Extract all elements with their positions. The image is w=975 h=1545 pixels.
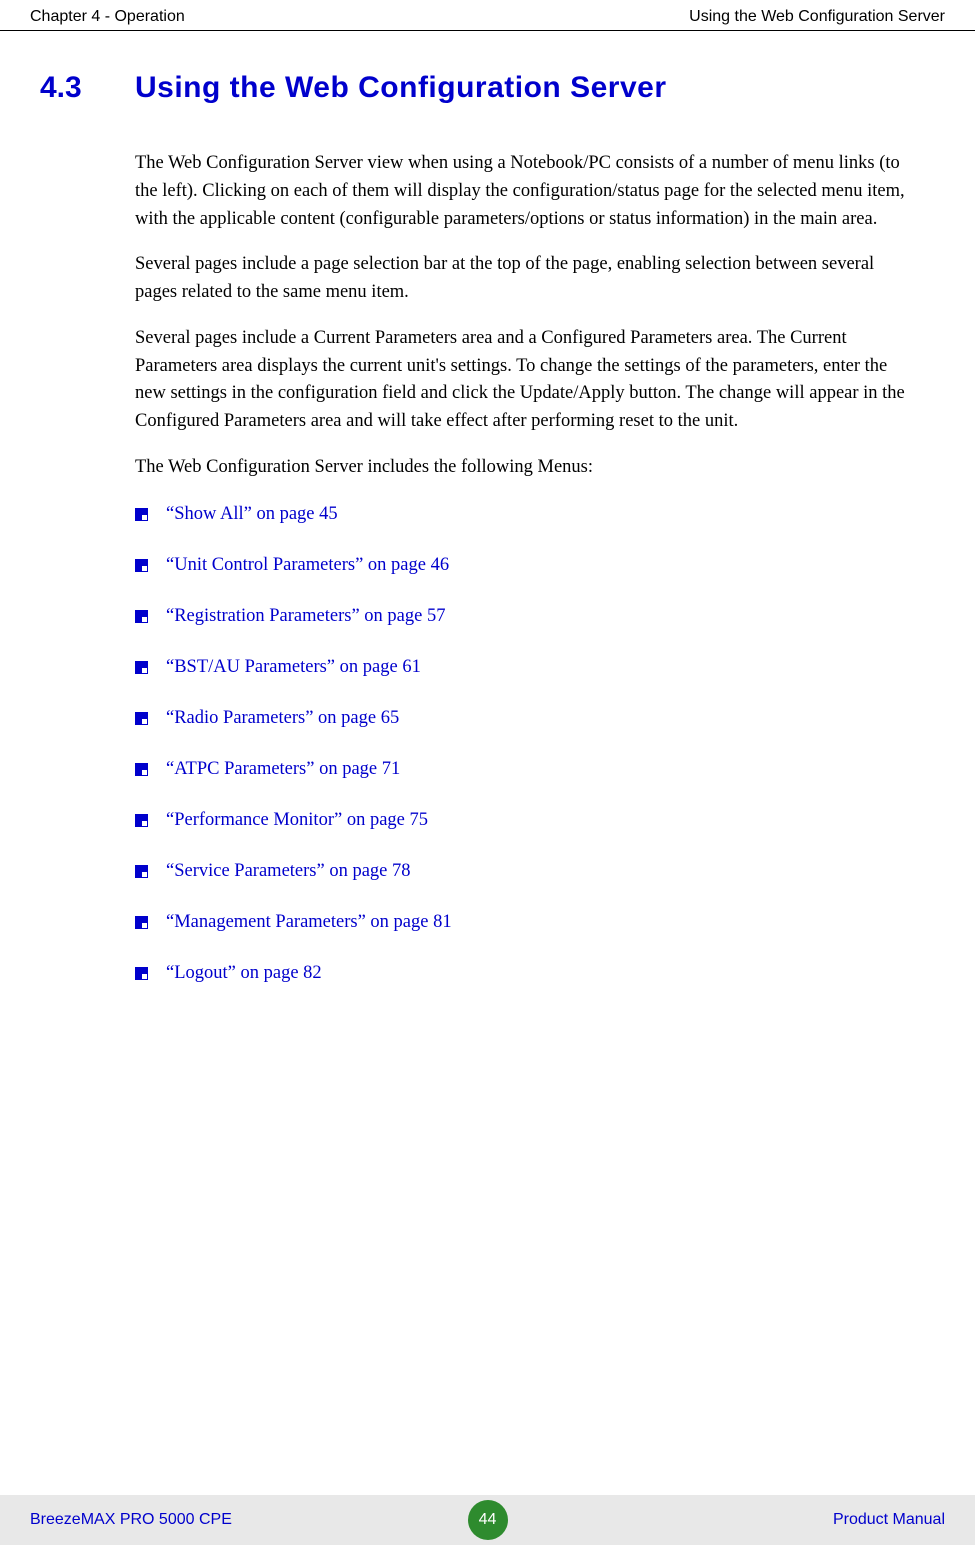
paragraph-4: The Web Configuration Server includes th…: [135, 454, 915, 482]
page-footer: BreezeMAX PRO 5000 CPE 44 Product Manual: [0, 1495, 975, 1545]
section-number: 4.3: [40, 71, 135, 105]
footer-left-text: BreezeMAX PRO 5000 CPE: [30, 1511, 232, 1529]
page-content: 4.3 Using the Web Configuration Server T…: [0, 31, 975, 984]
menu-list: “Show All” on page 45 “Unit Control Para…: [135, 504, 915, 984]
menu-item: “ATPC Parameters” on page 71: [135, 759, 915, 780]
bullet-icon: [135, 559, 148, 572]
menu-item: “Unit Control Parameters” on page 46: [135, 555, 915, 576]
menu-link-registration[interactable]: “Registration Parameters” on page 57: [166, 606, 445, 627]
bullet-icon: [135, 763, 148, 776]
menu-item: “Performance Monitor” on page 75: [135, 810, 915, 831]
menu-link-show-all[interactable]: “Show All” on page 45: [166, 504, 338, 525]
bullet-icon: [135, 814, 148, 827]
menu-link-bst-au[interactable]: “BST/AU Parameters” on page 61: [166, 657, 421, 678]
menu-link-logout[interactable]: “Logout” on page 82: [166, 963, 322, 984]
section-heading: 4.3 Using the Web Configuration Server: [40, 71, 915, 105]
bullet-icon: [135, 508, 148, 521]
menu-link-unit-control[interactable]: “Unit Control Parameters” on page 46: [166, 555, 449, 576]
section-title: Using the Web Configuration Server: [135, 71, 667, 105]
menu-item: “Registration Parameters” on page 57: [135, 606, 915, 627]
header-left-text: Chapter 4 - Operation: [30, 8, 185, 26]
paragraph-3: Several pages include a Current Paramete…: [135, 325, 915, 436]
page-header: Chapter 4 - Operation Using the Web Conf…: [0, 0, 975, 31]
page-number-badge: 44: [468, 1500, 508, 1540]
bullet-icon: [135, 916, 148, 929]
bullet-icon: [135, 865, 148, 878]
bullet-icon: [135, 712, 148, 725]
menu-link-radio[interactable]: “Radio Parameters” on page 65: [166, 708, 399, 729]
footer-right-text: Product Manual: [833, 1511, 945, 1529]
bullet-icon: [135, 967, 148, 980]
menu-link-atpc[interactable]: “ATPC Parameters” on page 71: [166, 759, 400, 780]
header-right-text: Using the Web Configuration Server: [689, 8, 945, 26]
body-text: The Web Configuration Server view when u…: [135, 150, 915, 482]
menu-link-service[interactable]: “Service Parameters” on page 78: [166, 861, 411, 882]
paragraph-1: The Web Configuration Server view when u…: [135, 150, 915, 233]
bullet-icon: [135, 661, 148, 674]
menu-item: “Show All” on page 45: [135, 504, 915, 525]
menu-item: “BST/AU Parameters” on page 61: [135, 657, 915, 678]
menu-item: “Logout” on page 82: [135, 963, 915, 984]
menu-item: “Management Parameters” on page 81: [135, 912, 915, 933]
menu-item: “Radio Parameters” on page 65: [135, 708, 915, 729]
paragraph-2: Several pages include a page selection b…: [135, 251, 915, 307]
bullet-icon: [135, 610, 148, 623]
menu-link-management[interactable]: “Management Parameters” on page 81: [166, 912, 452, 933]
menu-item: “Service Parameters” on page 78: [135, 861, 915, 882]
menu-link-performance[interactable]: “Performance Monitor” on page 75: [166, 810, 428, 831]
